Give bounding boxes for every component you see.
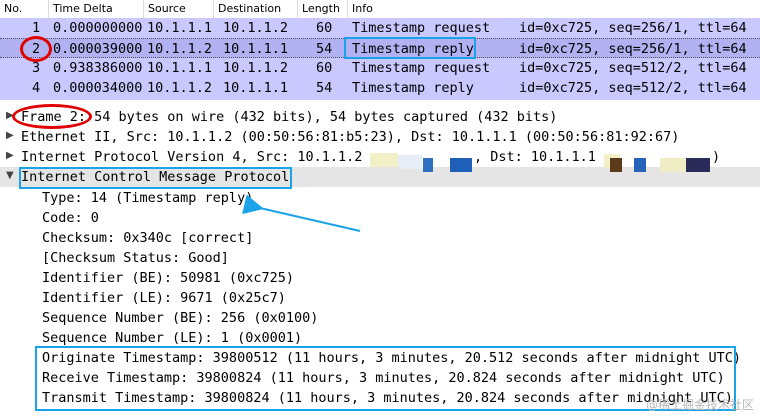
col-length[interactable]: Length	[302, 2, 340, 15]
packet-row[interactable]: 1 0.000000000 10.1.1.1 10.1.1.2 60 Times…	[0, 18, 760, 38]
icmp-field-checksum[interactable]: Checksum: 0x340c [correct]	[0, 228, 760, 248]
col-destination[interactable]: Destination	[218, 2, 281, 15]
redaction-block	[370, 153, 398, 167]
icmp-field-code[interactable]: Code: 0	[0, 208, 760, 228]
icmp-field-identifier-le[interactable]: Identifier (LE): 9671 (0x25c7)	[0, 288, 760, 308]
redaction-block	[610, 158, 622, 172]
packet-info: Timestamp reply	[352, 80, 474, 96]
packet-row[interactable]: 3 0.938386000 10.1.1.1 10.1.1.2 60 Times…	[0, 58, 760, 78]
packet-info-ids: id=0xc725, seq=512/2, ttl=64	[519, 80, 747, 96]
expand-arrow-icon[interactable]: ▶	[6, 110, 14, 121]
col-no[interactable]: No.	[4, 2, 22, 15]
tree-item-icmp[interactable]: ▼ Internet Control Message Protocol	[0, 167, 760, 187]
packet-length: 54	[316, 80, 333, 96]
icmp-field-seq-le[interactable]: Sequence Number (LE): 1 (0x0001)	[0, 328, 760, 348]
tree-item-frame[interactable]: ▶ Frame 2: 54 bytes on wire (432 bits), …	[0, 107, 760, 127]
packet-delta: 0.000000000	[53, 20, 143, 36]
redaction-block	[450, 158, 472, 172]
ipv4-summary-dst: , Dst: 10.1.1.1	[474, 149, 596, 165]
packet-delta: 0.000034000	[53, 80, 143, 96]
packet-destination: 10.1.1.1	[223, 41, 289, 57]
packet-length: 60	[316, 60, 333, 76]
packet-info: Timestamp request	[352, 60, 491, 76]
expand-arrow-icon[interactable]: ▶	[6, 130, 14, 141]
icmp-field-checksum-status[interactable]: [Checksum Status: Good]	[0, 248, 760, 268]
packet-details-tree[interactable]: ▶ Frame 2: 54 bytes on wire (432 bits), …	[0, 100, 760, 416]
col-info[interactable]: Info	[352, 2, 373, 15]
col-source[interactable]: Source	[148, 2, 186, 15]
packet-no: 3	[32, 60, 41, 76]
packet-info-ids: id=0xc725, seq=512/2, ttl=64	[519, 60, 747, 76]
frame-label: Frame 2:	[21, 109, 87, 125]
col-time-delta[interactable]: Time Delta	[53, 2, 113, 15]
packet-row[interactable]: 4 0.000034000 10.1.1.2 10.1.1.1 54 Times…	[0, 78, 760, 98]
collapse-arrow-icon[interactable]: ▼	[6, 170, 14, 181]
watermark: @稀土掘金技术社区	[645, 398, 754, 412]
packet-destination: 10.1.1.2	[223, 20, 289, 36]
redaction-block	[660, 158, 686, 172]
packet-info-ids: id=0xc725, seq=256/1, ttl=64	[519, 20, 747, 36]
packet-source: 10.1.1.1	[147, 60, 213, 76]
packet-row-selected[interactable]: 2 0.000039000 10.1.1.2 10.1.1.1 54 Times…	[0, 38, 760, 58]
packet-no: 4	[32, 80, 41, 96]
packet-info: Timestamp reply	[352, 41, 474, 57]
ipv4-summary-suffix: )	[712, 149, 721, 165]
frame-summary: 54 bytes on wire (432 bits), 54 bytes ca…	[86, 109, 558, 125]
icmp-field-type[interactable]: Type: 14 (Timestamp reply)	[0, 188, 760, 208]
icmp-summary: Internet Control Message Protocol	[21, 169, 290, 185]
packet-list[interactable]: No. Time Delta Source Destination Length…	[0, 0, 760, 100]
icmp-field-originate-timestamp[interactable]: Originate Timestamp: 39800512 (11 hours,…	[0, 348, 760, 368]
ipv4-summary-prefix: Internet Protocol Version 4, Src: 10.1.1…	[21, 149, 363, 165]
redaction-block	[686, 158, 710, 172]
redaction-block	[634, 158, 646, 172]
packet-delta: 0.000039000	[53, 41, 143, 57]
packet-source: 10.1.1.2	[147, 41, 213, 57]
packet-source: 10.1.1.2	[147, 80, 213, 96]
icmp-field-identifier-be[interactable]: Identifier (BE): 50981 (0xc725)	[0, 268, 760, 288]
packet-list-header: No. Time Delta Source Destination Length…	[0, 0, 760, 19]
icmp-field-receive-timestamp[interactable]: Receive Timestamp: 39800824 (11 hours, 3…	[0, 368, 760, 388]
packet-no: 1	[32, 20, 41, 36]
packet-destination: 10.1.1.2	[223, 60, 289, 76]
packet-length: 54	[316, 41, 333, 57]
ethernet-summary: Ethernet II, Src: 10.1.1.2 (00:50:56:81:…	[21, 129, 680, 145]
icmp-field-seq-be[interactable]: Sequence Number (BE): 256 (0x0100)	[0, 308, 760, 328]
redaction-block	[398, 155, 422, 169]
tree-item-ethernet[interactable]: ▶ Ethernet II, Src: 10.1.1.2 (00:50:56:8…	[0, 127, 760, 147]
packet-no: 2	[32, 41, 41, 57]
packet-destination: 10.1.1.1	[223, 80, 289, 96]
packet-source: 10.1.1.1	[147, 20, 213, 36]
redaction-block	[423, 158, 433, 172]
packet-info: Timestamp request	[352, 20, 491, 36]
packet-length: 60	[316, 20, 333, 36]
expand-arrow-icon[interactable]: ▶	[6, 150, 14, 161]
packet-delta: 0.938386000	[53, 60, 143, 76]
packet-info-ids: id=0xc725, seq=256/1, ttl=64	[519, 41, 747, 57]
